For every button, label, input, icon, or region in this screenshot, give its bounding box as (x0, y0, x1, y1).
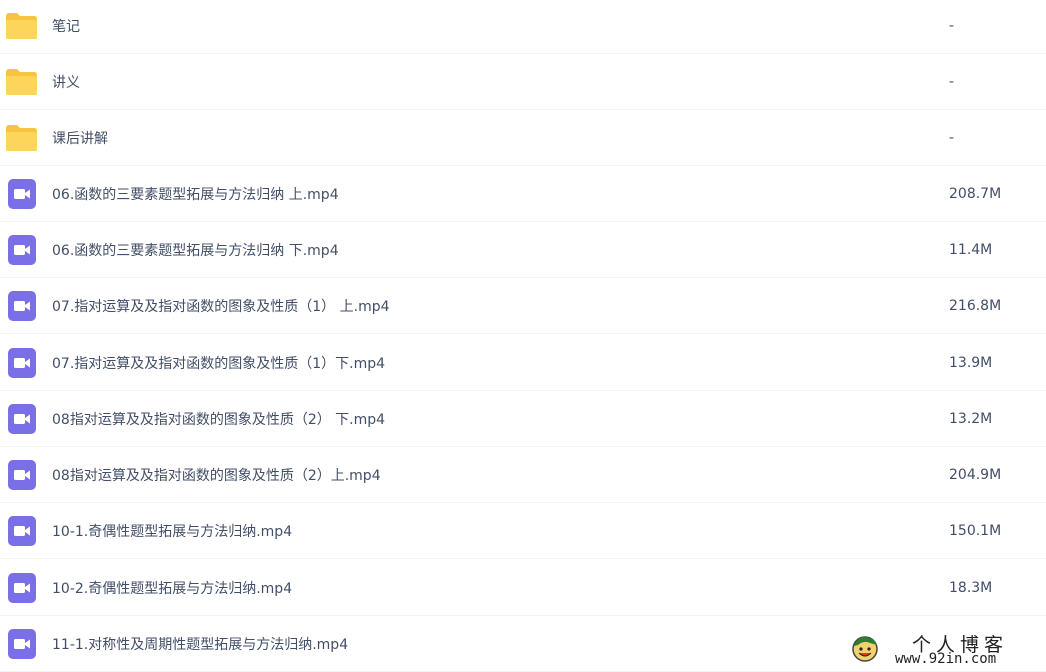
video-file-icon (5, 627, 38, 660)
file-size: 208.7M (949, 185, 1002, 202)
video-file-icon (5, 233, 38, 266)
file-name: 08指对运算及及指对函数的图象及性质（2）上.mp4 (52, 467, 381, 484)
list-item[interactable]: 10-2.奇偶性题型拓展与方法归纳.mp4 18.3M (0, 560, 1046, 616)
file-size: 13.2M (949, 410, 993, 427)
list-item[interactable]: 笔记 - (0, 0, 1046, 54)
file-name: 课后讲解 (52, 130, 108, 147)
file-size: - (949, 73, 955, 90)
file-list: 笔记 - 讲义 - 课后讲解 - 06.函数的三要素题型拓展与方法归纳 上.mp… (0, 0, 1046, 672)
video-file-icon (5, 458, 38, 491)
file-name: 11-1.对称性及周期性题型拓展与方法归纳.mp4 (52, 636, 349, 653)
list-item[interactable]: 06.函数的三要素题型拓展与方法归纳 下.mp4 11.4M (0, 222, 1046, 278)
watermark-url: www.92in.com (895, 651, 997, 667)
file-name: 07.指对运算及及指对函数的图象及性质（1）下.mp4 (52, 355, 386, 372)
list-item[interactable]: 08指对运算及及指对函数的图象及性质（2）上.mp4 204.9M (0, 447, 1046, 503)
file-name: 笔记 (52, 18, 80, 35)
file-name: 讲义 (52, 74, 80, 91)
file-size: 11.4M (949, 241, 993, 258)
file-name: 07.指对运算及及指对函数的图象及性质（1） 上.mp4 (52, 298, 390, 315)
list-item[interactable]: 07.指对运算及及指对函数的图象及性质（1） 上.mp4 216.8M (0, 278, 1046, 334)
file-size: 204.9M (949, 466, 1002, 483)
smiley-logo-icon (850, 634, 880, 668)
blog-watermark: 个人博客 www.92in.com (850, 630, 1040, 668)
file-size: 216.8M (949, 297, 1002, 314)
video-file-icon (5, 177, 38, 210)
file-size: 150.1M (949, 522, 1002, 539)
video-file-icon (5, 514, 38, 547)
list-item[interactable]: 10-1.奇偶性题型拓展与方法归纳.mp4 150.1M (0, 503, 1046, 559)
list-item[interactable]: 讲义 - (0, 54, 1046, 110)
folder-icon (5, 65, 38, 98)
file-name: 06.函数的三要素题型拓展与方法归纳 下.mp4 (52, 242, 339, 259)
list-item[interactable]: 07.指对运算及及指对函数的图象及性质（1）下.mp4 13.9M (0, 335, 1046, 391)
file-size: - (949, 129, 955, 146)
video-file-icon (5, 402, 38, 435)
file-size: 18.3M (949, 579, 993, 596)
folder-icon (5, 9, 38, 42)
video-file-icon (5, 571, 38, 604)
file-name: 06.函数的三要素题型拓展与方法归纳 上.mp4 (52, 186, 339, 203)
file-name: 10-1.奇偶性题型拓展与方法归纳.mp4 (52, 523, 293, 540)
folder-icon (5, 121, 38, 154)
list-item[interactable]: 06.函数的三要素题型拓展与方法归纳 上.mp4 208.7M (0, 166, 1046, 222)
video-file-icon (5, 289, 38, 322)
list-item[interactable]: 课后讲解 - (0, 110, 1046, 166)
file-size: - (949, 17, 955, 34)
file-size: 13.9M (949, 354, 993, 371)
list-item[interactable]: 08指对运算及及指对函数的图象及性质（2） 下.mp4 13.2M (0, 391, 1046, 447)
file-name: 08指对运算及及指对函数的图象及性质（2） 下.mp4 (52, 411, 386, 428)
video-file-icon (5, 346, 38, 379)
file-name: 10-2.奇偶性题型拓展与方法归纳.mp4 (52, 580, 293, 597)
